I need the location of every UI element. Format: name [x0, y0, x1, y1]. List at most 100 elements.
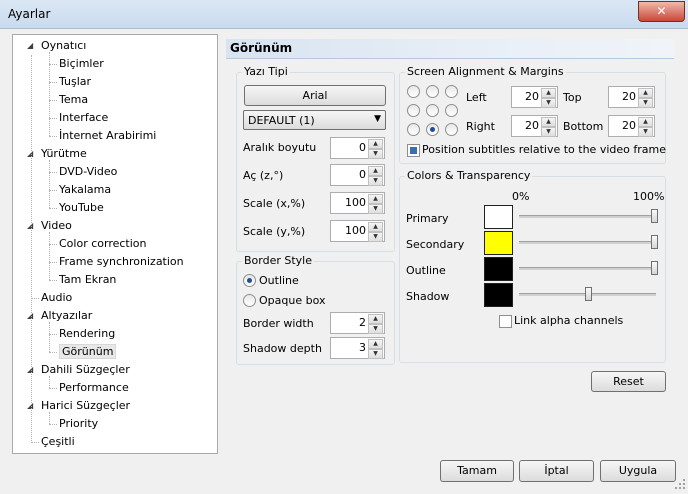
tree-item[interactable]: ◢ Video	[27, 218, 72, 234]
bottom-margin-spinner[interactable]: 20 ▲ ▼	[608, 115, 655, 137]
spin-up-icon[interactable]: ▲	[541, 88, 556, 98]
spin-up-icon[interactable]: ▲	[368, 222, 383, 232]
spin-up-icon[interactable]: ▲	[541, 117, 556, 127]
tree-item[interactable]: DVD-Video	[49, 164, 117, 180]
color-swatch[interactable]	[484, 257, 513, 281]
reset-button[interactable]: Reset	[591, 371, 666, 392]
color-swatch[interactable]	[484, 231, 513, 255]
spin-down-icon[interactable]: ▼	[541, 127, 556, 137]
position-radio-top-right[interactable]	[445, 85, 458, 98]
bottom-margin-value: 20	[622, 119, 636, 132]
right-margin-spinner[interactable]: 20 ▲ ▼	[511, 115, 558, 137]
spin-up-icon[interactable]: ▲	[368, 339, 383, 349]
tree-item[interactable]: Rendering	[49, 326, 115, 342]
position-radio-bottom-right[interactable]	[445, 123, 458, 136]
cancel-button[interactable]: İptal	[519, 460, 594, 482]
tree-item[interactable]: Color correction	[49, 236, 147, 252]
position-radio-top-left[interactable]	[407, 85, 420, 98]
tree-item[interactable]: Biçimler	[49, 56, 104, 72]
top-margin-spinner[interactable]: 20 ▲ ▼	[608, 86, 655, 108]
font-button[interactable]: Arial	[244, 85, 386, 106]
alpha-slider-track[interactable]	[519, 267, 656, 270]
alignment-group-label: Screen Alignment & Margins	[405, 65, 566, 78]
position-radio-middle-left[interactable]	[407, 104, 420, 117]
position-radio-bottom-left[interactable]	[407, 123, 420, 136]
alpha-slider-track[interactable]	[519, 241, 656, 244]
alpha-slider-track[interactable]	[519, 215, 656, 218]
alpha-slider-thumb[interactable]	[651, 235, 658, 249]
tree-item-label: Tuşlar	[59, 75, 92, 88]
spin-down-icon[interactable]: ▼	[368, 349, 383, 359]
charset-select-value: DEFAULT (1)	[248, 114, 315, 127]
tree-item[interactable]: Priority	[49, 416, 98, 432]
tree-item[interactable]: YouTube	[49, 200, 104, 216]
color-swatch[interactable]	[484, 205, 513, 229]
position-radio-middle-center[interactable]	[426, 104, 439, 117]
spin-down-icon[interactable]: ▼	[368, 204, 383, 214]
alpha-slider-thumb[interactable]	[585, 287, 592, 301]
spin-down-icon[interactable]: ▼	[368, 324, 383, 334]
page-title: Görünüm	[230, 41, 293, 55]
tree-expand-icon[interactable]: ◢	[27, 38, 33, 54]
spin-up-icon[interactable]: ▲	[638, 117, 653, 127]
spin-down-icon[interactable]: ▼	[368, 176, 383, 186]
tree-item[interactable]: Tuşlar	[49, 74, 92, 90]
tree-item[interactable]: İnternet Arabirimi	[49, 128, 156, 144]
charset-select[interactable]: DEFAULT (1) ▼	[243, 110, 386, 130]
tree-item[interactable]: Yakalama	[49, 182, 111, 198]
tree-connector	[49, 388, 57, 389]
apply-button[interactable]: Uygula	[600, 460, 676, 482]
position-radio-bottom-center[interactable]	[426, 123, 439, 136]
scale-x-spinner[interactable]: 100 ▲ ▼	[330, 192, 385, 214]
tree-item[interactable]: Tema	[49, 92, 88, 108]
spin-down-icon[interactable]: ▼	[638, 127, 653, 137]
tree-item[interactable]: ◢ Yürütme	[27, 146, 87, 162]
scale-y-spinner[interactable]: 100 ▲ ▼	[330, 220, 385, 242]
border-width-spinner[interactable]: 2 ▲ ▼	[330, 312, 385, 334]
tree-item-label: Yürütme	[41, 147, 87, 160]
tree-item[interactable]: Interface	[49, 110, 108, 126]
tree-item[interactable]: Audio	[31, 290, 72, 306]
spin-up-icon[interactable]: ▲	[368, 194, 383, 204]
border-group-label: Border Style	[242, 254, 315, 267]
spin-down-icon[interactable]: ▼	[368, 149, 383, 159]
tree-connector	[49, 82, 57, 83]
spin-down-icon[interactable]: ▼	[638, 98, 653, 108]
tree-item[interactable]: Performance	[49, 380, 129, 396]
tree-item[interactable]: ◢ Dahili Süzgeçler	[27, 362, 130, 378]
settings-tree[interactable]: ◢ Oynatıcı Biçimler Tuşlar Tema Interface İnte…	[12, 34, 218, 454]
shadow-depth-spinner[interactable]: 3 ▲ ▼	[330, 337, 385, 359]
position-radio-top-center[interactable]	[426, 85, 439, 98]
spin-up-icon[interactable]: ▲	[368, 314, 383, 324]
alpha-slider-thumb[interactable]	[651, 261, 658, 275]
spin-up-icon[interactable]: ▲	[368, 139, 383, 149]
tree-item-label: Frame synchronization	[59, 255, 184, 268]
spin-up-icon[interactable]: ▲	[368, 166, 383, 176]
angle-spinner[interactable]: 0 ▲ ▼	[330, 164, 385, 186]
opaque-radio[interactable]	[243, 294, 256, 307]
spacing-spinner[interactable]: 0 ▲ ▼	[330, 137, 385, 159]
shadow-depth-value: 3	[359, 341, 366, 354]
relative-position-checkbox[interactable]	[407, 144, 420, 157]
spin-up-icon[interactable]: ▲	[638, 88, 653, 98]
tree-item[interactable]: Çeşitli	[31, 434, 75, 450]
position-radio-middle-right[interactable]	[445, 104, 458, 117]
tree-item[interactable]: Frame synchronization	[49, 254, 184, 270]
spin-down-icon[interactable]: ▼	[368, 232, 383, 242]
tree-item[interactable]: ◢ Harici Süzgeçler	[27, 398, 130, 414]
left-margin-spinner[interactable]: 20 ▲ ▼	[511, 86, 558, 108]
tree-connector	[49, 424, 57, 425]
tree-item[interactable]: Görünüm	[49, 344, 117, 360]
alpha-slider-thumb[interactable]	[651, 209, 658, 223]
resize-grip-icon[interactable]	[674, 478, 686, 490]
close-button[interactable]: ✕	[638, 1, 685, 22]
tree-item[interactable]: ◢ Oynatıcı	[27, 38, 86, 54]
ok-button[interactable]: Tamam	[440, 460, 514, 482]
link-alpha-checkbox[interactable]	[499, 315, 512, 328]
right-margin-label: Right	[466, 120, 495, 133]
tree-item[interactable]: Tam Ekran	[49, 272, 116, 288]
scale-y-value: 100	[345, 224, 366, 237]
spin-down-icon[interactable]: ▼	[541, 98, 556, 108]
outline-radio[interactable]	[243, 274, 256, 287]
color-swatch[interactable]	[484, 283, 513, 307]
